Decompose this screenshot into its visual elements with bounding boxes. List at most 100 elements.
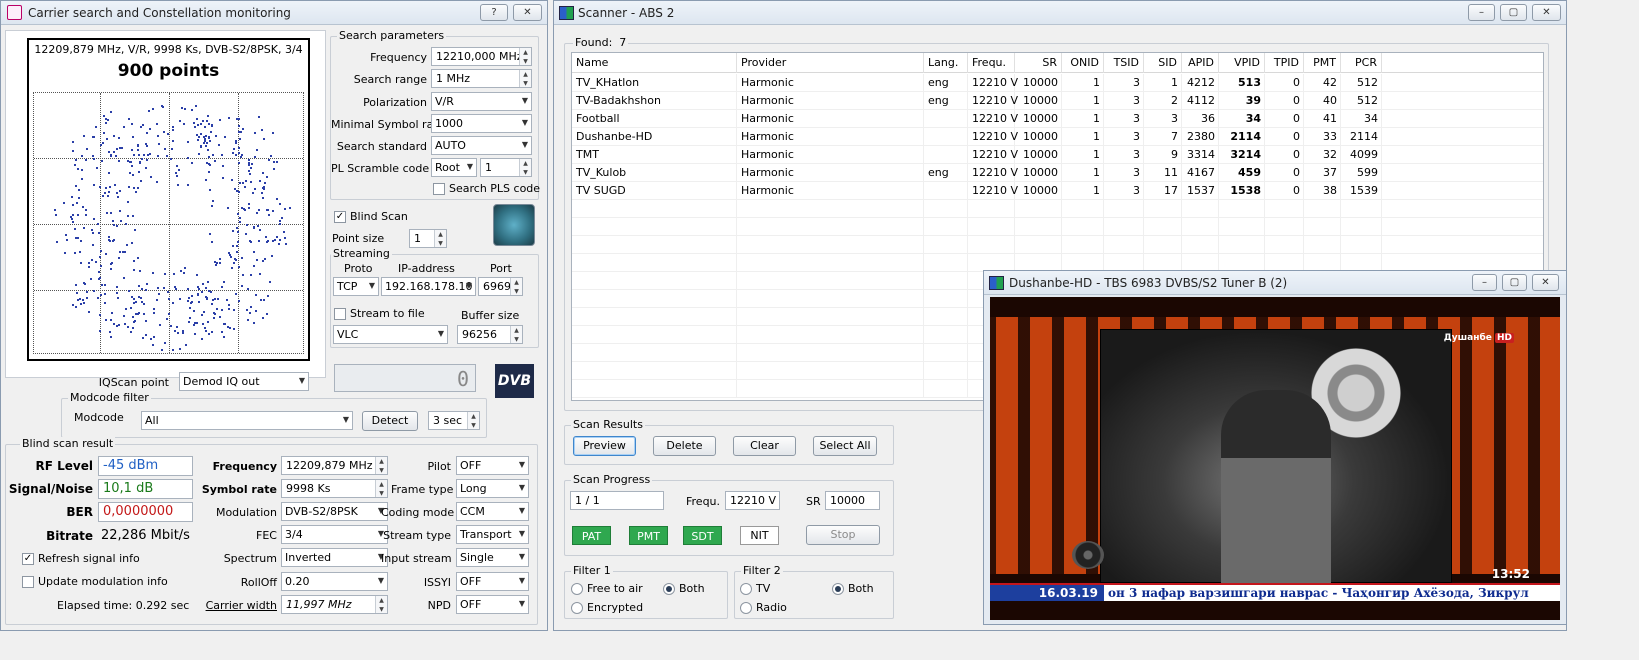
constellation-point <box>186 140 189 143</box>
constellation-point <box>191 300 194 303</box>
constellation-point <box>145 145 148 147</box>
fec-select[interactable]: 3/4 <box>281 525 388 544</box>
table-row[interactable]: Dushanbe-HD Harmonic 12210 V 10000 1 3 7 2380 21… <box>572 128 1543 146</box>
constellation-point <box>248 207 251 209</box>
coding-mode-select[interactable]: CCM <box>456 502 529 521</box>
input-stream-select[interactable]: Single <box>456 548 529 567</box>
detect-button[interactable]: Detect <box>362 411 418 431</box>
table-row[interactable]: TMT Harmonic 12210 V 10000 1 3 9 3314 3214 0 32 409… <box>572 146 1543 164</box>
help-button[interactable]: ? <box>480 4 508 21</box>
table-row[interactable]: TV_Kulob Harmonic eng 12210 V 10000 1 3 11 4167 4… <box>572 164 1543 182</box>
frame-type-select[interactable]: Long <box>456 479 529 498</box>
column-header[interactable]: SR <box>1015 53 1062 73</box>
table-cell <box>924 182 968 200</box>
column-header[interactable]: Name <box>572 53 737 73</box>
detect-time-input[interactable]: 3 sec ▲ ▼ <box>428 411 480 430</box>
close-button[interactable]: ✕ <box>513 4 542 21</box>
constellation-point <box>209 233 212 236</box>
constellation-point <box>237 231 240 234</box>
column-header[interactable]: TPID <box>1265 53 1304 73</box>
table-row[interactable]: TV_KHatlon Harmonic eng 12210 V 10000 1 3 1 4212… <box>572 74 1543 92</box>
column-header[interactable]: APID <box>1182 53 1219 73</box>
free-to-air-radio[interactable] <box>571 583 583 595</box>
constellation-point <box>248 159 251 162</box>
constellation-point <box>174 329 177 332</box>
search-pls-checkbox[interactable] <box>433 183 445 195</box>
player-select[interactable]: VLC <box>333 325 448 344</box>
point-size-input[interactable]: 1 ▲ ▼ <box>409 229 447 248</box>
column-header[interactable]: TSID <box>1104 53 1144 73</box>
video-frame[interactable]: Душанбе HD 13:52 16.03.19 он 3 нафар вар… <box>990 297 1560 620</box>
blind-scan-checkbox[interactable]: ✓ <box>334 211 346 223</box>
constellation-point <box>92 155 95 158</box>
column-header[interactable]: Provider <box>737 53 924 73</box>
video-maximize-button[interactable]: ▢ <box>1502 274 1527 291</box>
stop-button[interactable]: Stop <box>806 525 880 545</box>
carrier-width-input[interactable]: 11,997 MHz ▲ ▼ <box>281 595 388 614</box>
update-modulation-checkbox[interactable] <box>22 576 34 588</box>
min-symbol-rate-select[interactable]: 1000 <box>431 114 532 133</box>
proto-select[interactable]: TCP <box>333 277 379 296</box>
table-cell: 12210 V <box>972 76 1019 89</box>
frequency-input[interactable]: 12210,000 MHz ▲ ▼ <box>431 47 532 66</box>
video-close-button[interactable]: ✕ <box>1532 274 1559 291</box>
polarization-select[interactable]: V/R <box>431 92 532 111</box>
video-minimize-button[interactable]: – <box>1472 274 1497 291</box>
preview-button[interactable]: Preview <box>573 436 636 456</box>
column-header[interactable]: VPID <box>1219 53 1265 73</box>
iq-scan-point-select[interactable]: Demod IQ out <box>179 372 309 391</box>
constellation-point <box>214 313 217 315</box>
constellation-point <box>268 281 271 284</box>
column-header[interactable]: ONID <box>1062 53 1104 73</box>
filter1-both-radio[interactable] <box>663 583 675 595</box>
clear-button[interactable]: Clear <box>733 436 796 456</box>
pilot-select[interactable]: OFF <box>456 456 529 475</box>
pls-mode-select[interactable]: Root <box>431 158 477 177</box>
modcode-select[interactable]: All <box>141 411 353 430</box>
port-input[interactable]: 6969 ▲ ▼ <box>478 277 523 296</box>
radio-radio[interactable] <box>740 602 752 614</box>
scanner-maximize-button[interactable]: ▢ <box>1500 4 1527 21</box>
pmt-indicator: PMT <box>629 526 668 545</box>
scanner-minimize-button[interactable]: – <box>1468 4 1495 21</box>
spectrum-select[interactable]: Inverted <box>281 548 388 567</box>
constellation-point <box>55 241 58 244</box>
result-symbol-rate-input[interactable]: 9998 Ks ▲ ▼ <box>281 479 388 498</box>
stream-to-file-checkbox[interactable] <box>334 308 346 320</box>
refresh-signal-checkbox[interactable]: ✓ <box>22 553 34 565</box>
ip-address-select[interactable]: 192.168.178.10 <box>381 277 476 296</box>
filter2-both-radio[interactable] <box>832 583 844 595</box>
table-row[interactable]: TV-Badakhshon Harmonic eng 12210 V 10000 1 3 2 4… <box>572 92 1543 110</box>
constellation-point <box>271 254 273 257</box>
constellation-point <box>180 107 183 109</box>
rolloff-select[interactable]: 0.20 <box>281 572 388 591</box>
search-range-input[interactable]: 1 MHz ▲ ▼ <box>431 69 532 88</box>
table-row[interactable]: Football Harmonic 12210 V 10000 1 3 3 36 34 0 41 34 <box>572 110 1543 128</box>
column-header[interactable]: SID <box>1144 53 1182 73</box>
issyi-select[interactable]: OFF <box>456 572 529 591</box>
stream-type-select[interactable]: Transport <box>456 525 529 544</box>
scanner-close-button[interactable]: ✕ <box>1532 4 1561 21</box>
npd-select[interactable]: OFF <box>456 595 529 614</box>
column-header[interactable]: Frequ. <box>968 53 1015 73</box>
constellation-point <box>112 220 115 223</box>
encrypted-radio[interactable] <box>571 602 583 614</box>
search-standard-select[interactable]: AUTO <box>431 136 532 155</box>
tv-radio[interactable] <box>740 583 752 595</box>
column-header[interactable]: PCR <box>1341 53 1382 73</box>
constellation-point <box>141 157 144 160</box>
column-header[interactable]: Lang. <box>924 53 968 73</box>
constellation-point <box>228 116 231 119</box>
delete-button[interactable]: Delete <box>653 436 716 456</box>
app-logo-icon[interactable] <box>493 204 535 246</box>
buffer-size-input[interactable]: 96256 ▲ ▼ <box>457 325 523 344</box>
modulation-select[interactable]: DVB-S2/8PSK <box>281 502 388 521</box>
constellation-point <box>132 316 134 319</box>
select-all-button[interactable]: Select All <box>813 436 877 456</box>
constellation-point <box>76 214 79 217</box>
constellation-point <box>131 135 134 138</box>
column-header[interactable]: PMT <box>1304 53 1341 73</box>
result-frequency-input[interactable]: 12209,879 MHz ▲ ▼ <box>281 456 388 475</box>
table-row[interactable]: TV SUGD Harmonic 12210 V 10000 1 3 17 1537 1538 0… <box>572 182 1543 200</box>
pls-code-input[interactable]: 1 ▲ ▼ <box>480 158 532 177</box>
